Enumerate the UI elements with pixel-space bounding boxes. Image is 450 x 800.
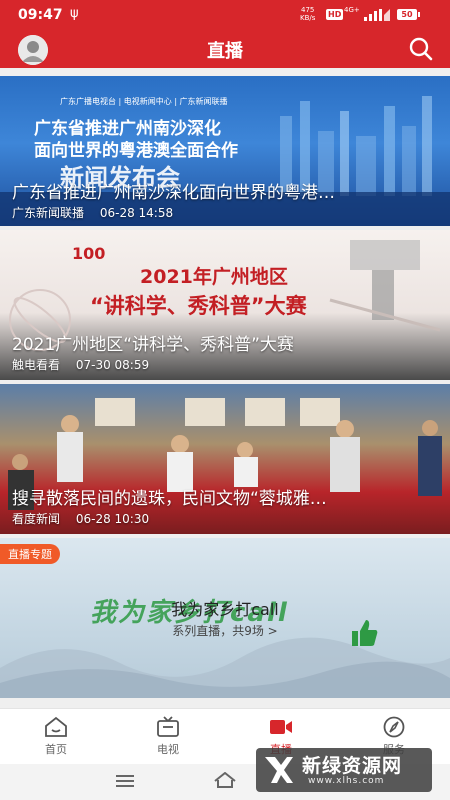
card-caption: 搜寻散落民间的遗珠，民间文物“蓉城雅…	[12, 489, 327, 509]
card-banner-top: 广东广播电视台 | 电视新闻中心 | 广东新闻联播	[60, 97, 228, 106]
card-time: 06-28 14:58	[99, 206, 174, 220]
tv-icon	[157, 716, 179, 737]
page-title: 直播	[207, 41, 243, 62]
card-banner-line2: “讲科学、秀科普”大赛	[90, 294, 307, 318]
network-rate: 475 KB/s	[300, 6, 315, 22]
card-meta: 广东新闻联播 06-28 14:58	[12, 204, 185, 221]
card-time: 07-30 08:59	[75, 358, 150, 372]
site-watermark: 新绿资源网 www.xlhs.com	[256, 748, 432, 792]
card-banner-logo: 100	[72, 244, 106, 263]
home-icon	[45, 716, 67, 737]
card-time: 06-28 10:30	[75, 512, 150, 526]
usb-icon: ψ	[70, 6, 79, 21]
network-type: 4G+	[344, 6, 360, 14]
card-caption: 2021广州地区“讲科学、秀科普”大赛	[12, 335, 294, 355]
card-meta: 触电看看 07-30 08:59	[12, 356, 161, 373]
tab-tv[interactable]: 电视	[112, 709, 224, 765]
watermark-url: www.xlhs.com	[308, 776, 385, 786]
card-source: 广东新闻联播	[12, 206, 85, 220]
status-bar: 09:47 ψ 475 KB/s HD 4G+ 50	[0, 0, 450, 30]
network-rate-value: 475	[301, 6, 315, 14]
live-card[interactable]: 100 2021年广州地区 “讲科学、秀科普”大赛 2021广州地区“讲科学、秀…	[0, 230, 450, 380]
menu-icon[interactable]	[115, 774, 135, 788]
topic-badge: 直播专题	[0, 544, 60, 564]
card-source: 看度新闻	[12, 512, 61, 526]
card-caption: 广东省推进广州南沙深化面向世界的粤港…	[12, 183, 335, 203]
live-card[interactable]: 广东广播电视台 | 电视新闻中心 | 广东新闻联播 广东省推进广州南沙深化 面向…	[0, 76, 450, 226]
topic-title: 我为家乡打call	[171, 600, 279, 619]
hd-badge: HD	[326, 9, 344, 20]
card-source: 触电看看	[12, 358, 61, 372]
watermark-logo-icon	[265, 757, 293, 783]
search-icon[interactable]	[408, 36, 434, 62]
status-time: 09:47	[18, 7, 63, 23]
topic-card[interactable]: 直播专题 我为家乡打call 我为家乡打call 系列直播，共9场 >	[0, 538, 450, 698]
home-nav-icon[interactable]	[214, 772, 236, 788]
app-header: 直播	[0, 30, 450, 68]
topic-subtitle: 系列直播，共9场 >	[172, 624, 278, 638]
network-rate-unit: KB/s	[300, 14, 316, 22]
card-meta: 看度新闻 06-28 10:30	[12, 510, 161, 527]
tab-label: 电视	[157, 743, 179, 756]
watermark-name: 新绿资源网	[302, 755, 403, 777]
battery-icon: 50	[397, 9, 417, 20]
live-video-icon	[270, 720, 292, 734]
tab-label: 首页	[45, 743, 67, 756]
signal-icon	[364, 9, 390, 21]
card-banner-line1: 2021年广州地区	[140, 266, 288, 288]
battery-tip	[418, 12, 420, 17]
live-card[interactable]: 搜寻散落民间的遗珠，民间文物“蓉城雅… 看度新闻 06-28 10:30	[0, 384, 450, 534]
compass-icon	[383, 716, 405, 738]
tab-home[interactable]: 首页	[0, 709, 112, 765]
